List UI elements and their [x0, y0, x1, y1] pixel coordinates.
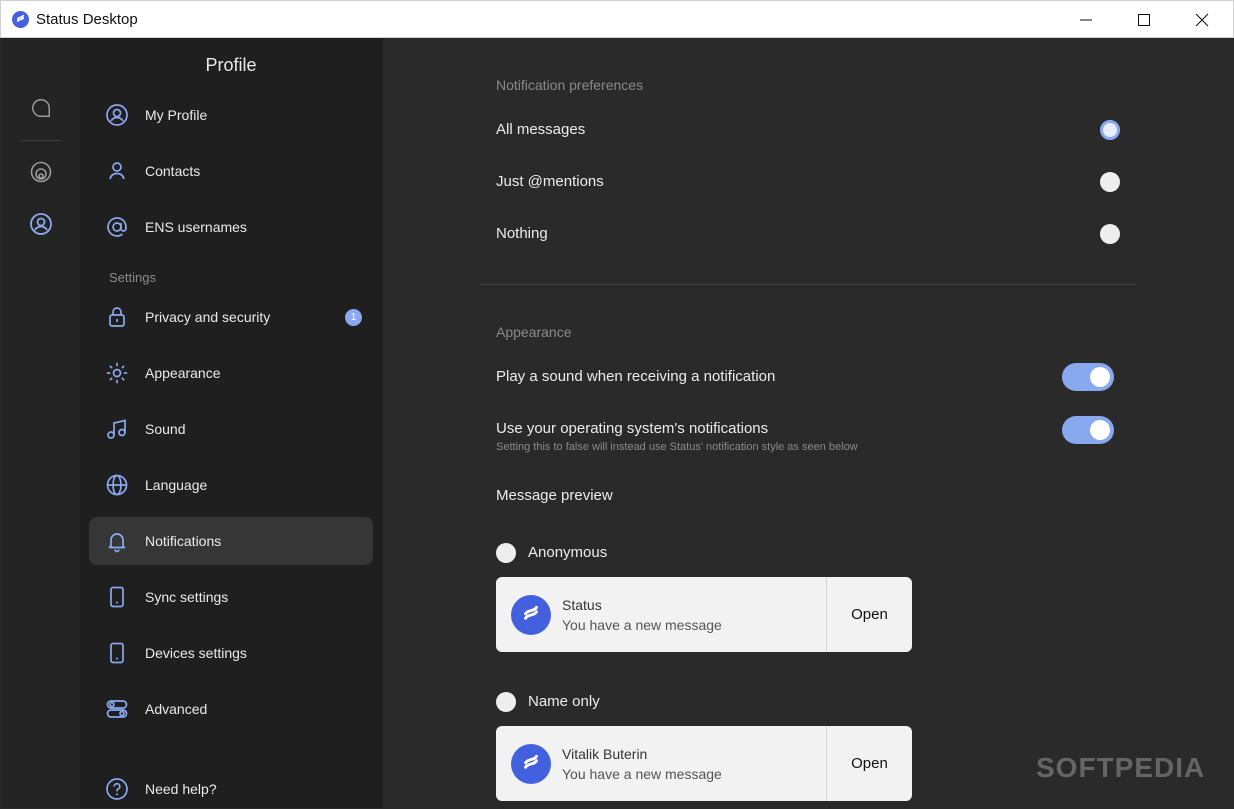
nav-item-need-help[interactable]: Need help? [89, 765, 373, 809]
preview-message: You have a new message [562, 765, 722, 782]
preview-sender: Vitalik Buterin [562, 745, 648, 762]
lock-icon [105, 305, 129, 329]
maximize-button[interactable] [1115, 1, 1173, 39]
all-messages-radio[interactable] [1100, 120, 1120, 140]
os-notifications-toggle[interactable] [1062, 416, 1114, 444]
chat-button[interactable] [25, 92, 57, 124]
user-icon [105, 159, 129, 183]
phone-icon [105, 585, 129, 609]
os-notifications-label: Use your operating system's notification… [496, 420, 769, 437]
nav-item-label: Need help? [145, 781, 217, 797]
globe-icon [105, 473, 129, 497]
nav-item-appearance[interactable]: Appearance [89, 349, 373, 397]
status-logo-icon [12, 10, 29, 28]
nav-item-language[interactable]: Language [89, 461, 373, 509]
preview-open-button[interactable]: Open [827, 577, 912, 652]
os-notifications-sublabel: Setting this to false will instead use S… [496, 441, 858, 453]
at-icon [105, 215, 129, 239]
nav-item-notifications[interactable]: Notifications [89, 517, 373, 565]
sun-icon [105, 361, 129, 385]
app-rail [1, 38, 79, 808]
communities-icon [30, 161, 52, 183]
nav-item-label: My Profile [145, 107, 208, 123]
preview-text: Status You have a new message [562, 597, 722, 633]
anonymous-label: Anonymous [528, 544, 608, 561]
nav-item-devices-settings[interactable]: Devices settings [89, 629, 373, 677]
music-icon [105, 417, 129, 441]
nav-item-label: Appearance [145, 365, 221, 381]
nav-item-label: ENS usernames [145, 219, 247, 235]
chat-icon [32, 99, 50, 117]
play-sound-label: Play a sound when receiving a notificati… [496, 368, 776, 385]
user-circle-icon [105, 103, 129, 127]
window-title: Status Desktop [36, 10, 138, 28]
nav-item-contacts[interactable]: Contacts [89, 147, 373, 195]
close-button[interactable] [1173, 1, 1231, 39]
preview-content: Status You have a new message [496, 577, 827, 652]
close-icon [1195, 13, 1209, 27]
phone-icon [105, 641, 129, 665]
toggle-knob [1090, 367, 1110, 387]
preview-text: Vitalik Buterin You have a new message [562, 746, 722, 782]
nav-item-privacy-security[interactable]: Privacy and security 1 [89, 293, 373, 341]
anonymous-radio[interactable] [496, 543, 516, 563]
preview-sender: Status [562, 596, 602, 613]
notification-preferences-title: Notification preferences [496, 77, 644, 93]
nav-item-label: Contacts [145, 163, 201, 179]
status-avatar-icon [511, 594, 551, 635]
nav-title: Profile [205, 55, 257, 75]
anonymous-preview-card: Status You have a new message Open [496, 577, 912, 652]
name-only-label: Name only [528, 693, 600, 710]
nav-item-my-profile[interactable]: My Profile [89, 91, 373, 139]
section-divider [480, 284, 1136, 285]
nav-item-label: Sound [145, 421, 186, 437]
settings-section-label: Settings [109, 270, 156, 285]
nothing-radio[interactable] [1100, 224, 1120, 244]
option-all-messages-label: All messages [496, 121, 586, 138]
nav-item-sound[interactable]: Sound [89, 405, 373, 453]
appearance-title: Appearance [496, 324, 572, 340]
profile-button[interactable] [25, 208, 57, 240]
nav-item-label: Sync settings [145, 589, 229, 605]
toggle-knob [1090, 420, 1110, 440]
minimize-icon [1080, 19, 1092, 21]
profile-nav: Profile My Profile Contacts ENS username… [79, 38, 383, 808]
play-sound-toggle[interactable] [1062, 363, 1114, 391]
profile-icon [30, 213, 52, 235]
nav-item-sync-settings[interactable]: Sync settings [89, 573, 373, 621]
nav-item-advanced[interactable]: Advanced [89, 685, 373, 733]
nav-item-label: Devices settings [145, 645, 247, 661]
option-nothing-label: Nothing [496, 225, 548, 242]
preview-open-button[interactable]: Open [827, 726, 912, 801]
option-mentions-label: Just @mentions [496, 173, 604, 190]
status-avatar-icon [511, 743, 551, 784]
name-only-preview-card: Vitalik Buterin You have a new message O… [496, 726, 912, 801]
nav-item-label: Privacy and security [145, 309, 271, 325]
just-mentions-radio[interactable] [1100, 172, 1120, 192]
name-only-radio[interactable] [496, 692, 516, 712]
notifications-settings-panel: Notification preferences All messages Ju… [383, 38, 1233, 808]
nav-item-label: Language [145, 477, 208, 493]
help-circle-icon [105, 777, 129, 801]
title-bar: Status Desktop [0, 0, 1234, 38]
communities-button[interactable] [25, 156, 57, 188]
notification-badge: 1 [345, 309, 362, 326]
sliders-icon [105, 697, 129, 721]
watermark: SOFTPEDIA [1036, 752, 1206, 783]
preview-content: Vitalik Buterin You have a new message [496, 726, 827, 801]
bell-icon [105, 529, 129, 553]
rail-divider [21, 140, 61, 141]
maximize-icon [1138, 14, 1150, 26]
minimize-button[interactable] [1057, 1, 1115, 39]
nav-item-label: Notifications [145, 533, 222, 549]
message-preview-label: Message preview [496, 487, 613, 504]
nav-item-label: Advanced [145, 701, 208, 717]
nav-item-ens-usernames[interactable]: ENS usernames [89, 203, 373, 251]
preview-message: You have a new message [562, 616, 722, 633]
